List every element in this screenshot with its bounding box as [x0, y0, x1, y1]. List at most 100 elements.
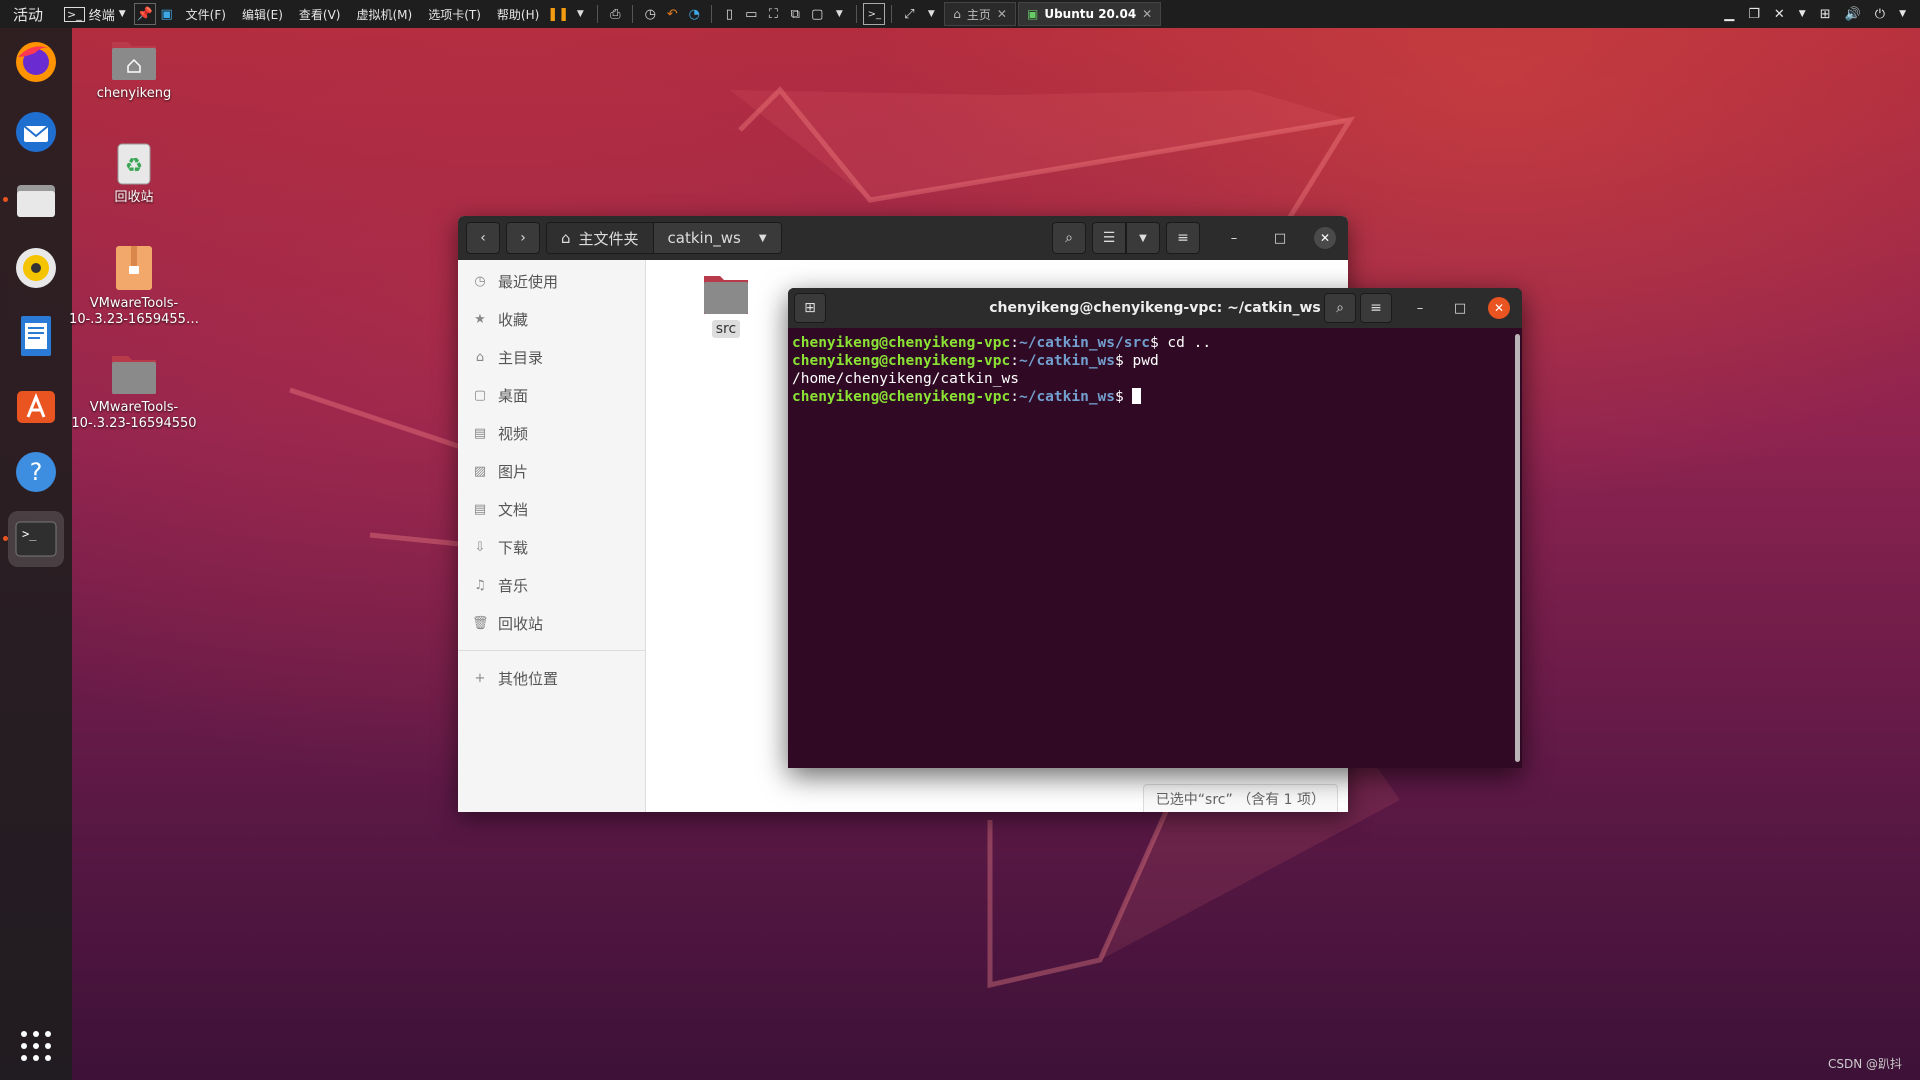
close-icon[interactable]: ✕	[1142, 7, 1152, 21]
send-keys-icon[interactable]: ⎙	[604, 3, 626, 25]
restore-icon[interactable]: ❐	[1748, 7, 1760, 22]
sidebar-item-label: 其他位置	[498, 669, 559, 688]
desktop-icon-vmwaretools-archive[interactable]: VMwareTools-10-.3.23-1659455…	[69, 244, 199, 328]
revert-snapshot-icon[interactable]: ↶	[661, 3, 683, 25]
dropdown-icon[interactable]: ▼	[828, 3, 850, 25]
desktop-icon-home[interactable]: chenyikeng	[69, 36, 199, 102]
power-icon[interactable]: ⏻	[1875, 7, 1885, 22]
sidebar-item-documents[interactable]: ▤ 文档	[458, 490, 645, 528]
dock-firefox[interactable]	[8, 34, 64, 90]
maximize-button[interactable]: □	[1268, 226, 1292, 250]
sidebar-item-desktop[interactable]: ▢ 桌面	[458, 376, 645, 414]
menu-button[interactable]: ≡	[1166, 222, 1200, 254]
close-button[interactable]: ✕	[1488, 297, 1510, 319]
sidebar-item-recent[interactable]: ◷ 最近使用	[458, 262, 645, 300]
view-options-button[interactable]: ▼	[1126, 222, 1160, 254]
help-icon: ?	[16, 452, 56, 492]
app-menu[interactable]: >_ 终端 ▼	[56, 0, 134, 28]
download-icon: ⇩	[474, 539, 486, 555]
thumbnail-icon[interactable]: ▭	[740, 3, 762, 25]
network-icon[interactable]: ⊞	[1820, 7, 1831, 22]
unity-icon[interactable]: ⧉	[784, 3, 806, 25]
sidebar-item-trash[interactable]: 🗑 回收站	[458, 604, 645, 642]
volume-icon[interactable]: 🔊	[1845, 7, 1861, 22]
dock-help[interactable]: ?	[8, 444, 64, 500]
terminal-icon[interactable]: >_	[863, 3, 886, 25]
minimize-button[interactable]: –	[1222, 226, 1246, 250]
dock-files[interactable]	[8, 172, 64, 228]
dock-rhythmbox[interactable]	[8, 240, 64, 296]
dock-terminal[interactable]: >_	[8, 511, 64, 567]
terminal-icon: >_	[15, 521, 57, 557]
maximize-button[interactable]: □	[1448, 296, 1472, 320]
path-home[interactable]: ⌂ 主文件夹	[547, 223, 653, 253]
folder-item-src[interactable]: src	[696, 272, 756, 338]
terminal-output[interactable]: chenyikeng@chenyikeng-vpc:~/catkin_ws/sr…	[788, 328, 1522, 412]
command: pwd	[1123, 353, 1159, 369]
activities-button[interactable]: 活动	[0, 4, 56, 25]
menu-tabs[interactable]: 选项卡(T)	[420, 6, 489, 23]
library-icon[interactable]: ▯	[718, 3, 740, 25]
files-icon	[17, 185, 55, 217]
sidebar-item-videos[interactable]: ▤ 视频	[458, 414, 645, 452]
desktop-icon-vmwaretools-folder[interactable]: VMwareTools-10-.3.23-16594550	[69, 350, 199, 432]
file-manager-sidebar: ◷ 最近使用 ★ 收藏 ⌂ 主目录 ▢ 桌面 ▤ 视频 ▨ 图片 ▤ 文档 ⇩ 下载 ♫ 音乐 🗑…	[458, 260, 646, 812]
terminal-scrollbar[interactable]	[1515, 334, 1520, 762]
console-view-icon[interactable]: ▢	[806, 3, 828, 25]
desktop-icon-label: chenyikeng	[96, 86, 172, 101]
new-tab-button[interactable]: ⊞	[794, 293, 826, 323]
list-icon: ☰	[1102, 230, 1116, 246]
app-name: 终端	[88, 8, 115, 24]
menu-button[interactable]: ≡	[1360, 293, 1392, 323]
svg-text:?: ?	[30, 458, 43, 486]
dock-writer[interactable]	[8, 308, 64, 364]
sidebar-item-pictures[interactable]: ▨ 图片	[458, 452, 645, 490]
sidebar-item-other-locations[interactable]: + 其他位置	[458, 659, 645, 697]
sidebar-item-downloads[interactable]: ⇩ 下载	[458, 528, 645, 566]
chevron-down-icon[interactable]: ▼	[1899, 9, 1906, 19]
snapshot-icon[interactable]: ◷	[639, 3, 661, 25]
prompt-path: ~/catkin_ws	[1018, 353, 1116, 369]
path-current[interactable]: catkin_ws ▼	[652, 223, 781, 253]
close-button[interactable]: ✕	[1314, 227, 1336, 249]
dropdown-icon[interactable]: ▼	[1799, 9, 1806, 19]
back-button[interactable]: ‹	[466, 222, 500, 254]
plus-icon: +	[474, 670, 486, 686]
minimize-icon[interactable]: ▁	[1724, 7, 1734, 22]
close-icon[interactable]: ✕	[997, 7, 1007, 21]
menu-view[interactable]: 查看(V)	[291, 6, 349, 23]
terminal-window: ⊞ chenyikeng@chenyikeng-vpc: ~/catkin_ws…	[788, 288, 1522, 768]
vmware-icon[interactable]: ▣	[156, 3, 178, 25]
dropdown-icon[interactable]: ▼	[569, 3, 591, 25]
firefox-icon	[16, 42, 56, 82]
stretch-icon[interactable]: ⤢	[898, 3, 920, 25]
tab-home[interactable]: ⌂ 主页 ✕	[944, 2, 1016, 26]
snapshot-manager-icon[interactable]: ◔	[683, 3, 705, 25]
text-cursor	[1132, 388, 1142, 404]
svg-text:>_: >_	[22, 527, 37, 541]
minimize-button[interactable]: –	[1408, 296, 1432, 320]
desktop-icon-trash[interactable]: ♻ 回收站	[69, 140, 199, 206]
sidebar-item-label: 文档	[498, 500, 529, 519]
dock-thunderbird[interactable]	[8, 104, 64, 160]
show-apps-button[interactable]	[8, 1018, 64, 1074]
search-button[interactable]: ⌕	[1052, 222, 1086, 254]
tab-ubuntu[interactable]: ▣ Ubuntu 20.04 ✕	[1017, 2, 1162, 26]
menu-edit[interactable]: 编辑(E)	[234, 6, 291, 23]
sidebar-item-starred[interactable]: ★ 收藏	[458, 300, 645, 338]
sidebar-item-home[interactable]: ⌂ 主目录	[458, 338, 645, 376]
dock-software[interactable]	[8, 376, 64, 432]
menu-vm[interactable]: 虚拟机(M)	[348, 6, 420, 23]
search-button[interactable]: ⌕	[1324, 293, 1356, 323]
menu-file[interactable]: 文件(F)	[178, 6, 234, 23]
list-view-button[interactable]: ☰	[1092, 222, 1126, 254]
forward-button[interactable]: ›	[506, 222, 540, 254]
menu-help[interactable]: 帮助(H)	[489, 6, 547, 23]
thunderbird-icon	[16, 112, 56, 152]
pin-icon[interactable]: 📌	[133, 3, 156, 25]
exit-fullscreen-icon[interactable]: ✕	[1774, 7, 1785, 22]
fullscreen-icon[interactable]: ⛶	[762, 3, 784, 25]
sidebar-item-music[interactable]: ♫ 音乐	[458, 566, 645, 604]
dropdown-icon[interactable]: ▼	[920, 3, 942, 25]
pause-icon[interactable]: ❚❚	[547, 3, 569, 25]
